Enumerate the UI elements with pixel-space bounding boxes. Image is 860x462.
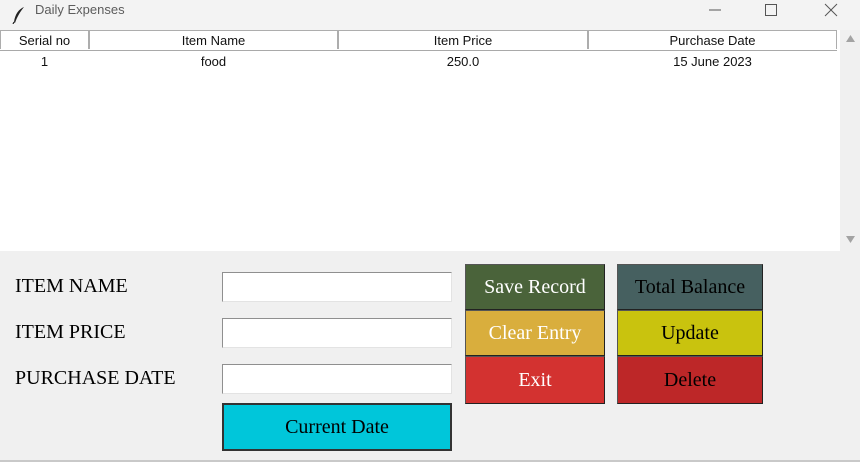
column-header-item-name[interactable]: Item Name [89, 30, 338, 49]
close-icon [824, 3, 838, 17]
clear-entry-button[interactable]: Clear Entry [465, 310, 605, 356]
minimize-icon [709, 9, 721, 11]
exit-button[interactable]: Exit [465, 356, 605, 404]
close-button[interactable] [808, 0, 854, 30]
cell-item-price: 250.0 [446, 54, 480, 69]
purchase-date-input[interactable] [222, 364, 452, 394]
table-row[interactable]: 1 food 250.0 15 June 2023 [0, 51, 837, 71]
vertical-scrollbar[interactable] [840, 30, 860, 251]
table-header: Serial no Item Name Item Price Purchase … [0, 30, 837, 51]
item-price-label: ITEM PRICE [15, 321, 126, 343]
feather-icon [12, 6, 26, 25]
expenses-table[interactable]: Serial no Item Name Item Price Purchase … [0, 30, 841, 251]
column-header-item-price[interactable]: Item Price [338, 30, 588, 49]
cell-purchase-date: 15 June 2023 [673, 54, 752, 69]
column-header-serial[interactable]: Serial no [0, 30, 89, 49]
cell-serial: 1 [40, 54, 49, 69]
minimize-button[interactable] [692, 0, 738, 30]
total-balance-button[interactable]: Total Balance [617, 264, 763, 310]
delete-button[interactable]: Delete [617, 356, 763, 404]
save-record-button[interactable]: Save Record [465, 264, 605, 310]
update-button[interactable]: Update [617, 310, 763, 356]
window-title: Daily Expenses [35, 2, 125, 17]
item-price-input[interactable] [222, 318, 452, 348]
scroll-up-icon[interactable] [846, 35, 855, 42]
item-name-label: ITEM NAME [15, 275, 128, 297]
purchase-date-label: PURCHASE DATE [15, 367, 176, 389]
current-date-button[interactable]: Current Date [222, 403, 452, 451]
title-bar: Daily Expenses [0, 0, 860, 30]
item-name-input[interactable] [222, 272, 452, 302]
maximize-button[interactable] [748, 0, 794, 30]
cell-item-name: food [200, 54, 227, 69]
scroll-down-icon[interactable] [846, 236, 855, 243]
maximize-icon [765, 4, 777, 16]
column-header-purchase-date[interactable]: Purchase Date [588, 30, 837, 49]
